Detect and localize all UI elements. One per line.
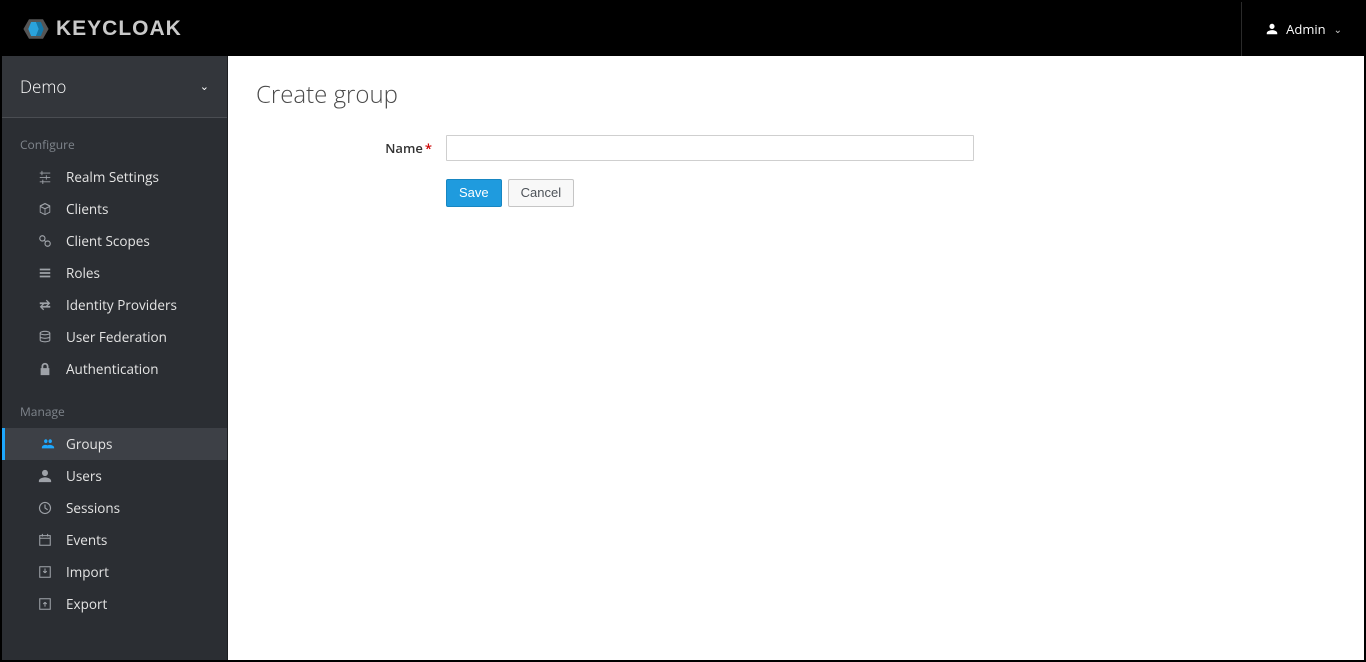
sidebar-item-roles[interactable]: Roles bbox=[2, 257, 227, 289]
main-content: Create group Name* Save Cancel bbox=[228, 56, 1364, 660]
import-icon bbox=[38, 565, 52, 579]
cancel-button[interactable]: Cancel bbox=[508, 179, 574, 207]
sidebar-item-label: Realm Settings bbox=[38, 168, 159, 186]
sidebar-item-authentication[interactable]: Authentication bbox=[2, 353, 227, 385]
realm-selector[interactable]: Demo ⌄ bbox=[2, 56, 227, 118]
scopes-icon bbox=[38, 234, 52, 248]
brand-text: KEYCLOAK bbox=[56, 17, 182, 41]
clock-icon bbox=[38, 501, 52, 515]
brand-logo[interactable]: KEYCLOAK bbox=[22, 15, 182, 43]
sidebar-item-label: Authentication bbox=[38, 360, 159, 378]
sidebar-item-user-federation[interactable]: User Federation bbox=[2, 321, 227, 353]
name-input[interactable] bbox=[446, 135, 974, 161]
realm-name: Demo bbox=[20, 75, 66, 98]
sidebar-item-sessions[interactable]: Sessions bbox=[2, 492, 227, 524]
calendar-icon bbox=[38, 533, 52, 547]
button-row: Save Cancel bbox=[446, 179, 1336, 207]
sidebar-item-groups[interactable]: Groups bbox=[2, 428, 227, 460]
sidebar-item-client-scopes[interactable]: Client Scopes bbox=[2, 225, 227, 257]
sidebar-item-export[interactable]: Export bbox=[2, 588, 227, 620]
chevron-down-icon: ⌄ bbox=[1334, 22, 1342, 36]
user-label: Admin bbox=[1286, 20, 1325, 38]
required-asterisk: * bbox=[425, 139, 432, 157]
user-icon bbox=[38, 469, 52, 483]
sidebar-item-clients[interactable]: Clients bbox=[2, 193, 227, 225]
top-bar: KEYCLOAK Admin ⌄ bbox=[2, 2, 1364, 56]
sidebar-item-identity-providers[interactable]: Identity Providers bbox=[2, 289, 227, 321]
sidebar-item-import[interactable]: Import bbox=[2, 556, 227, 588]
section-label-configure: Configure bbox=[2, 118, 227, 161]
export-icon bbox=[38, 597, 52, 611]
database-icon bbox=[38, 330, 52, 344]
sidebar-item-realm-settings[interactable]: Realm Settings bbox=[2, 161, 227, 193]
form-label: Name* bbox=[256, 139, 446, 157]
sidebar-item-users[interactable]: Users bbox=[2, 460, 227, 492]
user-icon bbox=[1266, 23, 1278, 35]
sliders-icon bbox=[38, 170, 52, 184]
lock-icon bbox=[38, 362, 52, 376]
sidebar-item-events[interactable]: Events bbox=[2, 524, 227, 556]
user-menu[interactable]: Admin ⌄ bbox=[1241, 2, 1346, 56]
cube-icon bbox=[38, 202, 52, 216]
name-label: Name bbox=[385, 139, 423, 157]
sidebar-item-label: Identity Providers bbox=[38, 296, 177, 314]
sidebar-item-label: Client Scopes bbox=[38, 232, 150, 250]
chevron-down-icon: ⌄ bbox=[200, 79, 209, 94]
section-label-manage: Manage bbox=[2, 385, 227, 428]
save-button[interactable]: Save bbox=[446, 179, 502, 207]
list-icon bbox=[38, 266, 52, 280]
form-row-name: Name* bbox=[256, 135, 1336, 161]
exchange-icon bbox=[38, 298, 52, 312]
page-title: Create group bbox=[256, 78, 1336, 111]
group-icon bbox=[41, 437, 55, 451]
keycloak-logo-icon bbox=[22, 15, 50, 43]
sidebar-item-label: User Federation bbox=[38, 328, 167, 346]
sidebar: Demo ⌄ Configure Realm Settings Clients … bbox=[2, 56, 228, 660]
